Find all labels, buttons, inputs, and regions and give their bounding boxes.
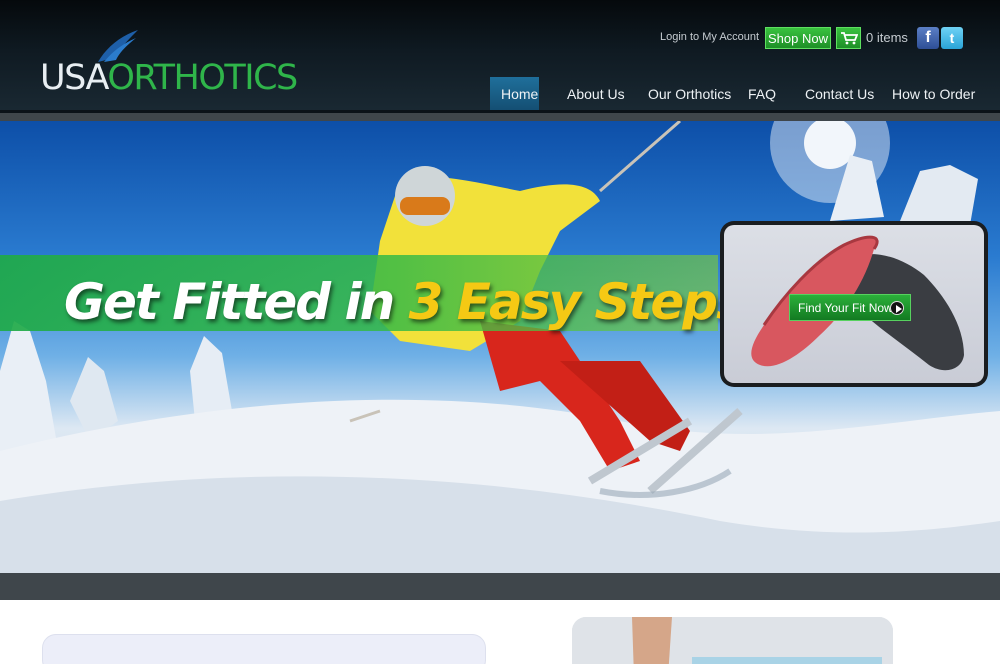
nav-our-orthotics[interactable]: Our Orthotics (648, 77, 748, 110)
content-card-left (42, 634, 486, 664)
site-header: USAORTHOTICS Login to My Account Shop No… (0, 0, 1000, 113)
content-photo (572, 617, 893, 664)
hero-headline: Get Fitted in 3 Easy Steps (64, 277, 746, 327)
find-your-fit-button[interactable]: Find Your Fit Now (789, 294, 911, 321)
main-nav: Home About Us Our Orthotics FAQ Contact … (490, 77, 982, 110)
headline-text: Get Fitted in (64, 273, 409, 331)
find-your-fit-label: Find Your Fit Now (798, 300, 893, 315)
cart-item-count[interactable]: 0 items (866, 30, 908, 45)
play-icon (890, 301, 904, 315)
content-card-right (572, 617, 893, 664)
facebook-icon[interactable]: f (917, 27, 939, 49)
nav-about-us[interactable]: About Us (567, 77, 648, 110)
logo-usa: USA (40, 58, 109, 98)
site-logo[interactable]: USAORTHOTICS (40, 28, 298, 100)
nav-how-to-order[interactable]: How to Order (892, 77, 982, 110)
login-link[interactable]: Login to My Account (660, 31, 759, 43)
logo-orthotics: ORTHOTICS (107, 58, 298, 98)
shop-now-button[interactable]: Shop Now (765, 27, 831, 49)
headline-highlight: 3 Easy Steps (408, 273, 746, 331)
twitter-icon[interactable]: t (941, 27, 963, 49)
logo-text: USAORTHOTICS (40, 58, 298, 98)
nav-home[interactable]: Home (490, 77, 539, 110)
hero-banner: Get Fitted in 3 Easy Steps (0, 121, 1000, 573)
cart-button[interactable] (836, 27, 861, 49)
nav-faq[interactable]: FAQ (748, 77, 805, 110)
cart-icon (840, 32, 858, 45)
nav-contact-us[interactable]: Contact Us (805, 77, 892, 110)
